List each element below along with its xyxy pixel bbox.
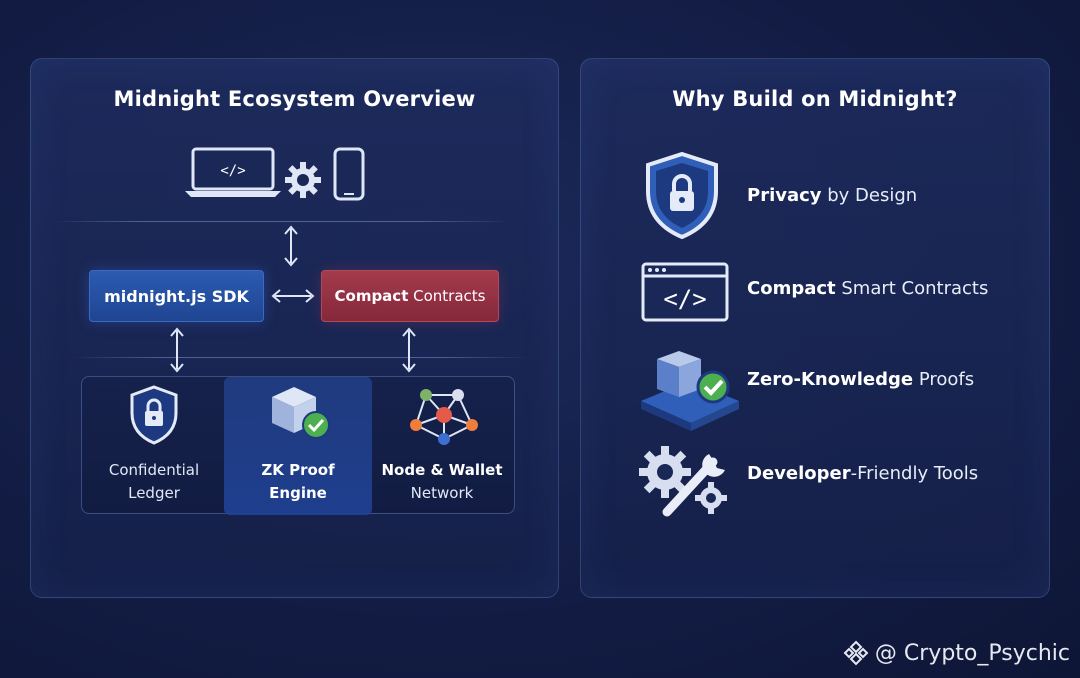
infrastructure-tray: Confidential Ledger ZK Proof Engine Node…	[81, 376, 515, 515]
feature-dev-tools: Developer-Friendly Tools	[631, 442, 1039, 532]
smartphone-icon	[333, 147, 365, 201]
arrow-vertical-right	[402, 327, 416, 373]
cube-check-icon	[641, 351, 739, 431]
midnight-js-sdk-box: midnight.js SDK	[89, 270, 264, 322]
ecosystem-overview-panel: Midnight Ecosystem Overview </> midnight…	[30, 58, 559, 598]
arrow-horizontal	[271, 289, 315, 303]
watermark: @ Crypto_Psychic	[843, 640, 1070, 666]
feature-compact-rest: Smart Contracts	[835, 278, 989, 299]
compact-label-rest: Contracts	[408, 287, 486, 305]
shield-lock-icon	[130, 385, 178, 445]
binance-logo-icon	[843, 640, 869, 666]
ledger-line1: Confidential	[108, 461, 200, 479]
code-window-icon: </>	[641, 262, 729, 322]
cube-check-icon	[272, 387, 330, 439]
gear-icon	[285, 162, 321, 198]
zk-line2: Engine	[269, 484, 327, 502]
laptop-code-icon: </>	[185, 147, 281, 197]
feature-privacy: Privacy by Design	[631, 151, 1039, 241]
feature-zk: Zero-Knowledge Proofs	[631, 345, 1039, 435]
confidential-ledger-section: Confidential Ledger	[82, 377, 226, 515]
zk-proof-engine-section: ZK Proof Engine	[224, 377, 372, 515]
shield-lock-icon	[646, 151, 718, 240]
feature-zk-bold: Zero-Knowledge	[747, 369, 914, 390]
ledger-line2: Ledger	[128, 484, 180, 502]
compact-label-bold: Compact	[334, 287, 409, 305]
divider-top	[51, 221, 511, 222]
feature-compact-bold: Compact	[747, 278, 836, 299]
feature-dev-rest: -Friendly Tools	[850, 463, 979, 484]
node-line2: Network	[410, 484, 474, 502]
feature-privacy-bold: Privacy	[747, 185, 822, 206]
sdk-label: midnight.js SDK	[104, 286, 249, 306]
svg-text:</>: </>	[663, 285, 706, 313]
arrow-vertical-left	[170, 327, 184, 373]
arrow-vertical-top	[284, 225, 298, 267]
node-line1: Node & Wallet	[381, 461, 503, 479]
compact-contracts-box: Compact Contracts	[321, 270, 499, 322]
why-build-title: Why Build on Midnight?	[672, 87, 958, 111]
watermark-text: @ Crypto_Psychic	[874, 640, 1070, 666]
gear-wrench-icon	[639, 446, 727, 517]
feature-privacy-rest: by Design	[821, 185, 918, 206]
feature-compact: </> Compact Smart Contracts	[631, 262, 1039, 352]
ecosystem-title: Midnight Ecosystem Overview	[113, 87, 476, 111]
feature-zk-rest: Proofs	[913, 369, 975, 390]
feature-dev-bold: Developer	[747, 463, 851, 484]
divider-middle	[71, 357, 531, 358]
node-wallet-network-section: Node & Wallet Network	[370, 377, 514, 515]
svg-text:</>: </>	[220, 163, 245, 179]
network-nodes-icon	[410, 389, 478, 445]
zk-line1: ZK Proof	[261, 461, 335, 479]
why-build-panel: Why Build on Midnight? Privacy by Design…	[580, 58, 1050, 598]
